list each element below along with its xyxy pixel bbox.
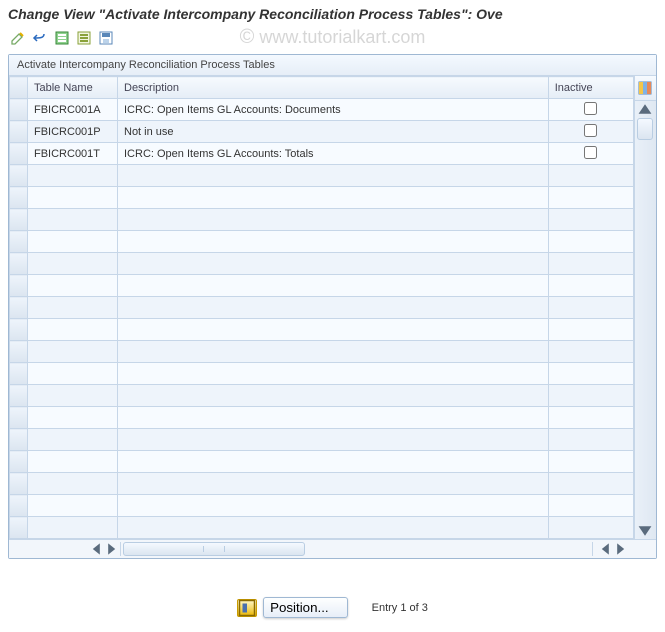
col-description[interactable]: Description xyxy=(118,77,549,99)
entry-status: Entry 1 of 3 xyxy=(372,602,428,614)
table-row-empty xyxy=(10,187,634,209)
save-icon[interactable] xyxy=(96,28,116,48)
position-label: Position... xyxy=(270,600,329,615)
table-row-empty xyxy=(10,297,634,319)
scroll-right-icon[interactable] xyxy=(104,542,118,556)
row-selector[interactable] xyxy=(10,495,28,517)
scroll-right-end-icon[interactable] xyxy=(613,542,627,556)
footer: Position... Entry 1 of 3 xyxy=(0,597,665,618)
row-selector[interactable] xyxy=(10,451,28,473)
row-selector[interactable] xyxy=(10,363,28,385)
right-gutter xyxy=(634,76,656,539)
row-selector[interactable] xyxy=(10,165,28,187)
table-row-empty xyxy=(10,363,634,385)
table-row-empty xyxy=(10,385,634,407)
table-row-empty xyxy=(10,165,634,187)
toolbar xyxy=(0,26,665,54)
row-selector[interactable] xyxy=(10,319,28,341)
row-selector[interactable] xyxy=(10,429,28,451)
row-selector[interactable] xyxy=(10,187,28,209)
scroll-thumb[interactable] xyxy=(637,118,653,140)
table-row[interactable]: FBICRC001PNot in use xyxy=(10,121,634,143)
row-selector[interactable] xyxy=(10,517,28,539)
table-row-empty xyxy=(10,231,634,253)
cell-inactive[interactable] xyxy=(548,143,633,165)
data-grid: Table Name Description Inactive FBICRC00… xyxy=(9,76,634,539)
row-selector[interactable] xyxy=(10,99,28,121)
col-table-name[interactable]: Table Name xyxy=(28,77,118,99)
inactive-checkbox[interactable] xyxy=(584,124,597,137)
configure-columns-icon[interactable] xyxy=(635,76,656,101)
table-row-empty xyxy=(10,275,634,297)
table-panel: Activate Intercompany Reconciliation Pro… xyxy=(8,54,657,559)
deselect-all-icon[interactable] xyxy=(74,28,94,48)
table-row-empty xyxy=(10,517,634,539)
row-header-corner xyxy=(10,77,28,99)
table-row-empty xyxy=(10,429,634,451)
row-selector[interactable] xyxy=(10,253,28,275)
sap-window: Change View "Activate Intercompany Recon… xyxy=(0,0,665,632)
table-row-empty xyxy=(10,451,634,473)
cell-table-name[interactable]: FBICRC001A xyxy=(28,101,117,119)
cell-table-name[interactable]: FBICRC001T xyxy=(28,145,117,163)
table-row-empty xyxy=(10,341,634,363)
cell-description[interactable]: ICRC: Open Items GL Accounts: Totals xyxy=(118,145,548,163)
header-row: Table Name Description Inactive xyxy=(10,77,634,99)
panel-title: Activate Intercompany Reconciliation Pro… xyxy=(9,55,656,76)
row-selector[interactable] xyxy=(10,209,28,231)
row-selector[interactable] xyxy=(10,143,28,165)
hscroll-thumb[interactable] xyxy=(123,542,305,556)
cell-table-name[interactable]: FBICRC001P xyxy=(28,123,117,141)
row-selector[interactable] xyxy=(10,385,28,407)
page-title: Change View "Activate Intercompany Recon… xyxy=(0,0,665,26)
cell-inactive[interactable] xyxy=(548,121,633,143)
row-selector[interactable] xyxy=(10,275,28,297)
inactive-checkbox[interactable] xyxy=(584,146,597,159)
position-prefix-icon xyxy=(237,599,257,617)
change-icon[interactable] xyxy=(8,28,28,48)
row-selector[interactable] xyxy=(10,473,28,495)
vertical-scrollbar[interactable] xyxy=(635,101,656,539)
table-row-empty xyxy=(10,473,634,495)
cell-inactive[interactable] xyxy=(548,99,633,121)
table-row-empty xyxy=(10,209,634,231)
row-selector[interactable] xyxy=(10,121,28,143)
row-selector[interactable] xyxy=(10,231,28,253)
position-button[interactable]: Position... xyxy=(263,597,348,618)
select-all-icon[interactable] xyxy=(52,28,72,48)
table-row-empty xyxy=(10,495,634,517)
table-row[interactable]: FBICRC001TICRC: Open Items GL Accounts: … xyxy=(10,143,634,165)
table-row[interactable]: FBICRC001AICRC: Open Items GL Accounts: … xyxy=(10,99,634,121)
scroll-down-icon[interactable] xyxy=(637,523,653,539)
horizontal-scrollbar[interactable] xyxy=(9,539,656,558)
table-row-empty xyxy=(10,319,634,341)
scroll-left-icon[interactable] xyxy=(90,542,104,556)
table-row-empty xyxy=(10,407,634,429)
cell-description[interactable]: Not in use xyxy=(118,123,548,141)
cell-description[interactable]: ICRC: Open Items GL Accounts: Documents xyxy=(118,101,548,119)
row-selector[interactable] xyxy=(10,341,28,363)
row-selector[interactable] xyxy=(10,407,28,429)
row-selector[interactable] xyxy=(10,297,28,319)
scroll-left-end-icon[interactable] xyxy=(599,542,613,556)
inactive-checkbox[interactable] xyxy=(584,102,597,115)
col-inactive[interactable]: Inactive xyxy=(548,77,633,99)
scroll-up-icon[interactable] xyxy=(637,101,653,117)
undo-icon[interactable] xyxy=(30,28,50,48)
table-row-empty xyxy=(10,253,634,275)
